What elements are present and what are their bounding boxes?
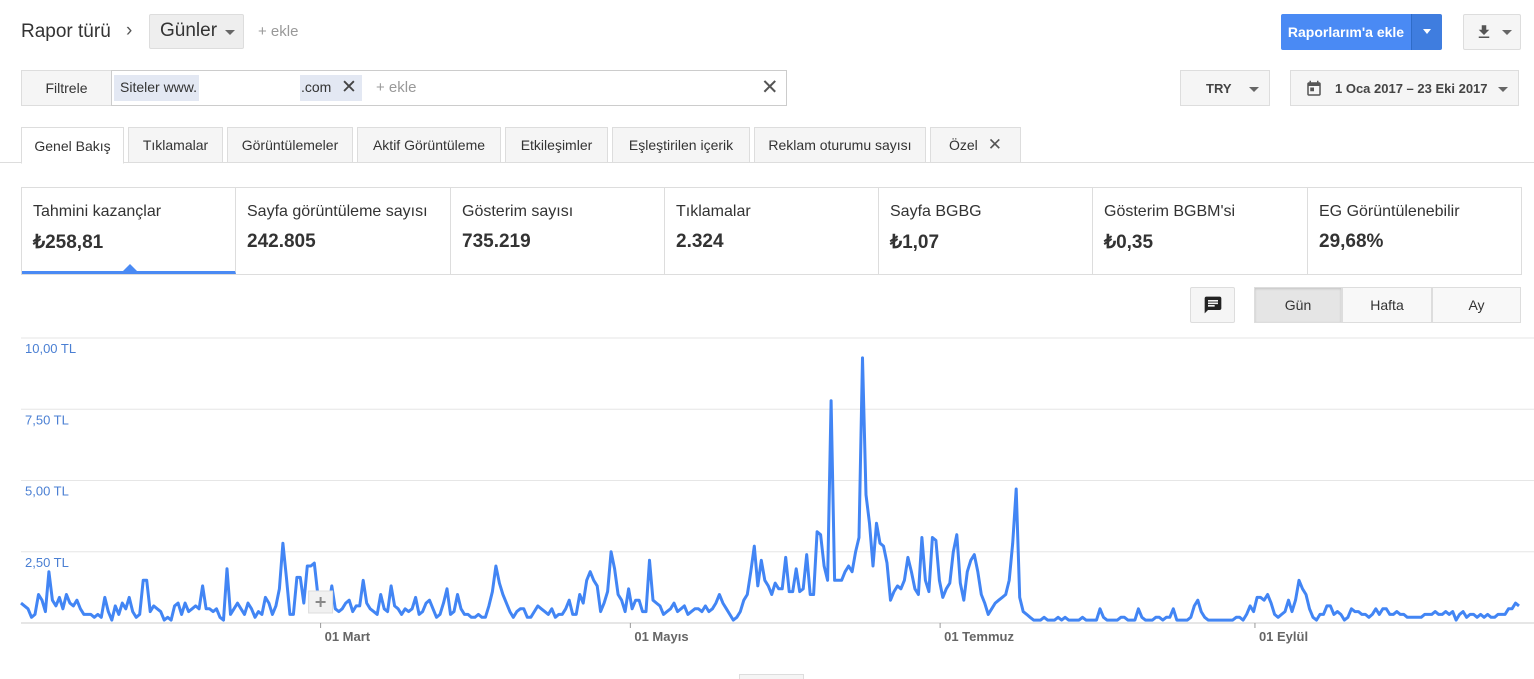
scorecard-value: ₺258,81 [33,232,104,253]
chevron-down-icon [1249,87,1259,92]
scorecard-value: 242.805 [247,231,316,252]
chevron-right-icon: › [126,20,133,41]
scorecard-page-views[interactable]: Sayfa görüntüleme sayısı 242.805 [236,188,451,274]
tab-label: Eşleştirilen içerik [628,137,734,153]
scorecard-page-rpm[interactable]: Sayfa BGBG ₺1,07 [879,188,1093,274]
tab-ad-sessions[interactable]: Reklam oturumu sayısı [754,127,926,163]
filter-chip-suffix: .com [301,79,332,95]
chevron-down-icon [1498,87,1508,92]
close-icon[interactable]: ✕ [341,76,357,99]
add-to-my-reports-button[interactable]: Raporlarım'a ekle [1281,14,1411,50]
redacted-region [199,75,300,101]
comment-icon [1204,296,1221,314]
tab-matched-content[interactable]: Eşleştirilen içerik [612,127,750,163]
scorecard-label: EG Görüntülenebilir [1319,203,1460,220]
download-button[interactable] [1463,14,1521,50]
scorecard-value: 29,68% [1319,231,1384,252]
scorecard-active-view-viewable[interactable]: EG Görüntülenebilir 29,68% [1308,188,1521,274]
date-range-select[interactable]: 1 Oca 2017 – 23 Eki 2017 [1290,70,1519,106]
x-tick-label: 01 Temmuz [944,629,1014,644]
y-tick-label: 7,50 TL [25,412,69,427]
filter-add-input[interactable]: + ekle [376,79,416,96]
tab-interactions[interactable]: Etkileşimler [505,127,608,163]
y-tick-label: 5,00 TL [25,484,69,499]
chevron-down-icon [225,30,235,35]
filter-chip-prefix: Siteler www. [120,79,198,95]
add-dimension-link[interactable]: + ekle [258,23,298,40]
scorecard-estimated-earnings[interactable]: Tahmini kazançlar ₺258,81 [22,188,236,274]
granularity-month[interactable]: Ay [1432,287,1521,323]
calendar-icon [1307,80,1321,96]
scorecard-impressions[interactable]: Gösterim sayısı 735.219 [451,188,665,274]
scorecard-value: ₺1,07 [890,232,940,253]
tab-label: Reklam oturumu sayısı [768,137,912,153]
x-tick-label: 01 Eylül [1259,629,1308,644]
tab-label: Görüntülemeler [241,137,339,153]
earnings-series-line [20,356,1520,622]
scorecard-label: Tıklamalar [676,203,751,220]
chevron-down-icon [1423,29,1431,34]
scorecard-label: Tahmini kazançlar [33,203,162,220]
currency-value: TRY [1206,81,1232,96]
tab-label: Aktif Görüntüleme [372,137,486,153]
scorecard-value: 2.324 [676,231,724,252]
y-tick-label: 2,50 TL [25,555,69,570]
earnings-line-chart: 2,50 TL 5,00 TL 7,50 TL 10,00 TL 01 Mart 01 M… [20,337,1534,644]
tab-overview[interactable]: Genel Bakış [21,127,124,164]
scorecard-label: Sayfa görüntüleme sayısı [247,203,428,220]
date-range-value: 1 Oca 2017 – 23 Eki 2017 [1335,81,1488,96]
scorecard-value: 735.219 [462,231,531,252]
chevron-down-icon [1502,30,1512,35]
scorecard-impression-rpm[interactable]: Gösterim BGBM'si ₺0,35 [1093,188,1308,274]
tab-label: Tıklamalar [142,137,209,153]
tab-views[interactable]: Görüntülemeler [227,127,353,163]
scorecard-label: Gösterim sayısı [462,203,574,220]
scorecard-value: ₺0,35 [1104,232,1154,253]
tab-custom[interactable]: Özel ✕ [930,127,1021,163]
dimension-select[interactable]: Günler [149,14,244,49]
annotation-button[interactable] [1190,287,1235,323]
filter-button[interactable]: Filtrele [21,70,112,106]
scorecard-label: Sayfa BGBG [890,203,982,220]
scorecard-label: Gösterim BGBM'si [1104,203,1236,220]
x-tick-label: 01 Mart [325,629,371,644]
tab-label: Özel [948,137,978,153]
tab-label: Genel Bakış [34,137,111,154]
x-tick-label: 01 Mayıs [634,629,688,644]
granularity-day[interactable]: Gün [1254,287,1342,323]
clear-filter-icon[interactable]: ✕ [761,75,779,100]
download-icon [1478,25,1490,38]
tab-active-view[interactable]: Aktif Görüntüleme [357,127,501,163]
scorecard-clicks[interactable]: Tıklamalar 2.324 [665,188,879,274]
bottom-handle[interactable] [739,674,804,679]
tab-clicks[interactable]: Tıklamalar [128,127,223,163]
close-icon[interactable]: ✕ [988,135,1002,155]
active-indicator [123,264,137,271]
tab-label: Etkileşimler [520,137,593,153]
report-type-label: Rapor türü [21,21,111,42]
y-tick-label: 10,00 TL [25,341,76,356]
dimension-select-value: Günler [160,20,218,41]
currency-select[interactable]: TRY [1180,70,1270,106]
granularity-week[interactable]: Hafta [1342,287,1432,323]
add-to-reports-menu-button[interactable] [1411,14,1442,50]
